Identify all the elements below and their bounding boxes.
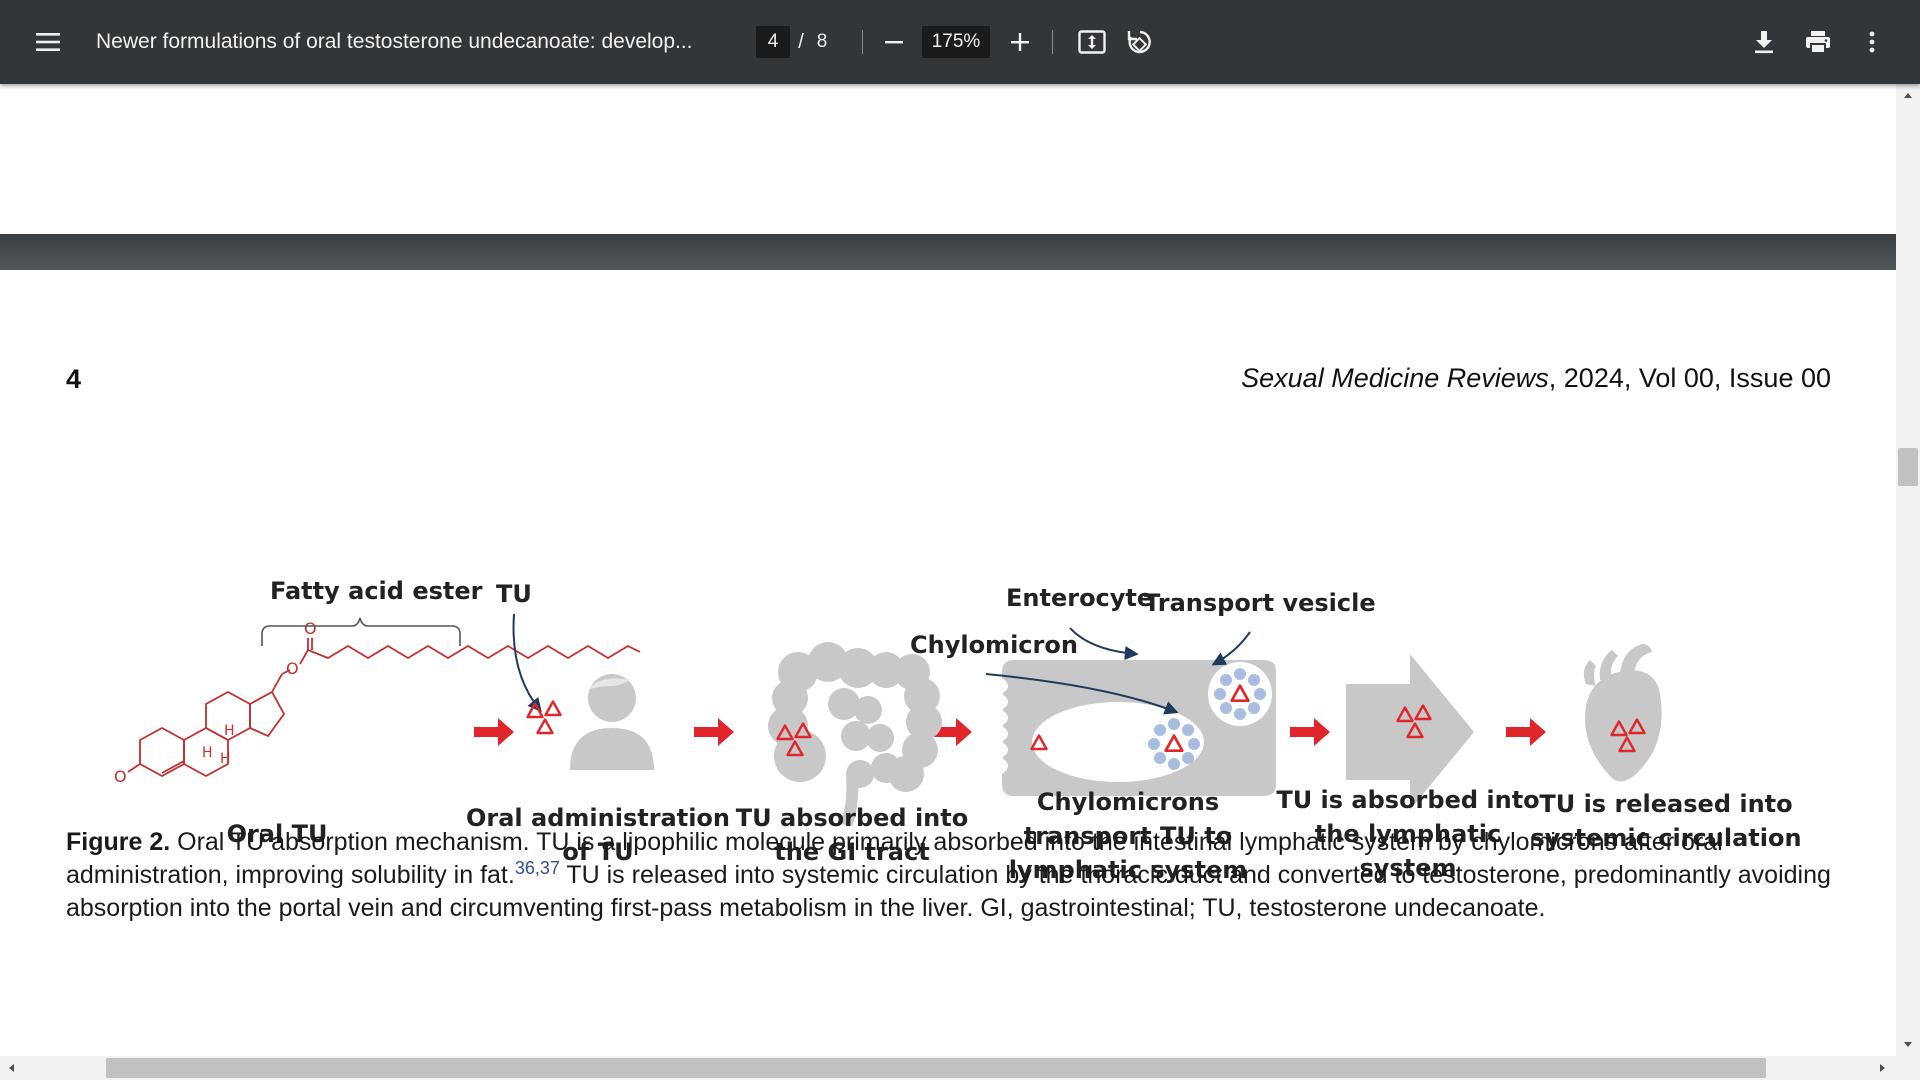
enterocyte-pointer	[1069, 627, 1139, 661]
print-button[interactable]	[1798, 22, 1838, 62]
scroll-right-button[interactable]	[1872, 1058, 1892, 1078]
heart-icon	[1583, 644, 1662, 782]
step-arrow	[1290, 718, 1330, 746]
download-button[interactable]	[1744, 22, 1784, 62]
toolbar-divider	[862, 30, 863, 54]
molecule-oxygen-label: O	[304, 619, 317, 638]
zoom-in-button[interactable]	[1002, 22, 1038, 62]
menu-icon	[36, 33, 60, 51]
molecule-oxygen-label: O	[114, 767, 127, 786]
molecule-hydrogen-label: H	[224, 723, 235, 739]
vertical-scrollbar-thumb[interactable]	[1898, 448, 1918, 486]
molecule-hydrogen-label: H	[202, 745, 213, 761]
tu-tablet-icon	[526, 700, 562, 735]
figure-caption: Figure 2. Oral TU absorption mechanism. …	[66, 826, 1842, 925]
more-actions-button[interactable]	[1852, 22, 1892, 62]
rotate-icon	[1127, 30, 1151, 54]
page-number-input[interactable]: 4	[756, 26, 790, 58]
page-separator: /	[798, 31, 804, 53]
step-arrow	[1506, 718, 1546, 746]
tu-label: TU	[496, 580, 532, 608]
person-icon	[570, 674, 654, 770]
step-arrow	[474, 718, 514, 746]
vertical-scrollbar[interactable]	[1896, 84, 1920, 1056]
journal-name: Sexual Medicine Reviews	[1241, 363, 1549, 393]
fatty-acid-ester-label: Fatty acid ester	[270, 577, 483, 605]
scroll-up-button[interactable]	[1898, 86, 1918, 106]
more-vert-icon	[1869, 31, 1875, 53]
caption-references[interactable]: 36,37	[515, 858, 560, 878]
pdf-toolbar: Newer formulations of oral testosterone …	[0, 0, 1920, 84]
gi-tract-icon	[768, 642, 942, 826]
triangle-down-icon	[1904, 1042, 1912, 1047]
document-title: Newer formulations of oral testosterone …	[96, 30, 693, 53]
minus-icon	[885, 41, 903, 44]
pdf-viewer[interactable]: 4 Sexual Medicine Reviews, 2024, Vol 00,…	[0, 84, 1896, 1056]
chylomicron-label: Chylomicron	[910, 631, 1078, 659]
page-count: 8	[816, 31, 828, 52]
journal-header: Sexual Medicine Reviews, 2024, Vol 00, I…	[1241, 363, 1831, 394]
fit-page-icon	[1078, 30, 1106, 54]
molecule-oxygen-label: O	[286, 659, 299, 678]
rotate-button[interactable]	[1120, 22, 1160, 62]
horizontal-scrollbar-thumb[interactable]	[106, 1058, 1766, 1078]
enterocyte-label: Enterocyte	[1006, 584, 1153, 612]
triangle-up-icon	[1904, 93, 1912, 98]
menu-button[interactable]	[26, 20, 70, 64]
scroll-left-button[interactable]	[2, 1058, 22, 1078]
fatty-acid-brace	[261, 617, 461, 646]
zoom-input[interactable]: 175%	[922, 26, 990, 58]
page-number-heading: 4	[66, 364, 82, 394]
print-icon	[1806, 31, 1830, 54]
tu-pointer-arrow	[512, 613, 542, 713]
toolbar-divider	[1052, 30, 1053, 54]
download-icon	[1755, 31, 1773, 54]
fit-to-page-button[interactable]	[1072, 22, 1112, 62]
caption-label: Figure 2.	[66, 828, 171, 856]
journal-issue: , 2024, Vol 00, Issue 00	[1548, 363, 1831, 393]
chylo-label-line1: Chylomicrons	[1037, 788, 1219, 816]
page-separator-band	[0, 234, 1896, 270]
zoom-out-button[interactable]	[876, 22, 912, 62]
plus-icon	[1011, 33, 1029, 51]
vesicle-pointer	[1211, 631, 1251, 666]
lymph-label-line1: TU is absorbed into	[1276, 786, 1539, 814]
molecule-hydrogen-label: H	[220, 751, 231, 767]
triangle-left-icon	[9, 1064, 14, 1072]
systemic-label-line1: TU is released into	[1539, 790, 1792, 818]
triangle-right-icon	[1880, 1064, 1885, 1072]
scroll-down-button[interactable]	[1898, 1034, 1918, 1054]
transport-vesicle-label: Transport vesicle	[1144, 589, 1376, 617]
step-arrow	[694, 718, 734, 746]
